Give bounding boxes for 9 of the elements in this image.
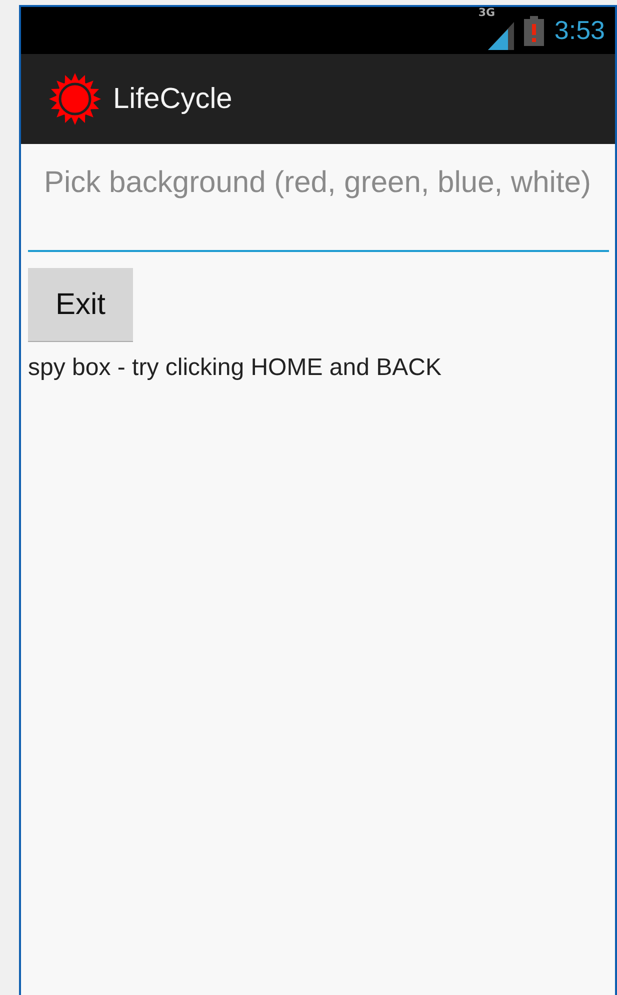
sun-icon — [49, 73, 101, 125]
signal-icon — [488, 22, 514, 50]
network-type: 3G — [478, 6, 496, 18]
background-input-field[interactable]: Pick background (red, green, blue, white) — [28, 156, 609, 252]
spy-box-text: spy box - try clicking HOME and BACK — [28, 354, 442, 382]
battery-alert-icon — [524, 16, 544, 46]
exit-button[interactable]: Exit — [28, 268, 133, 342]
clock-time: 3:53 — [554, 15, 605, 46]
app-title: LifeCycle — [113, 82, 232, 116]
